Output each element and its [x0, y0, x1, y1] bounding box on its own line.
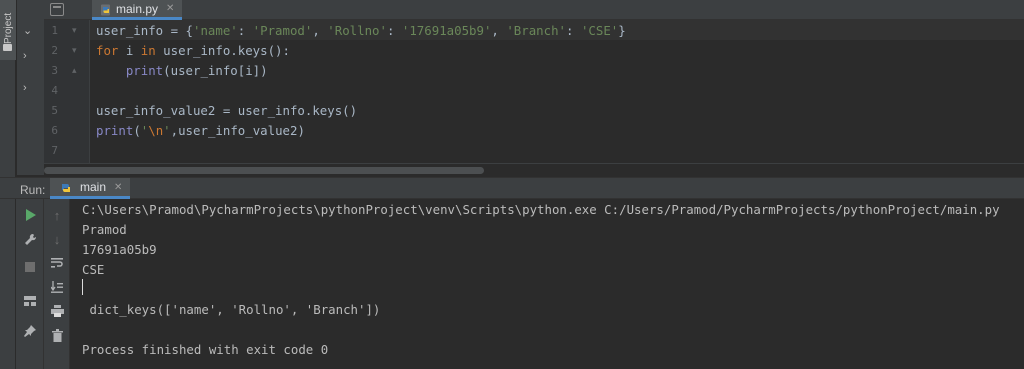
layout-icon[interactable]	[20, 291, 40, 311]
trash-icon[interactable]	[47, 325, 67, 345]
console-line: Pramod	[82, 222, 127, 237]
line-number: 2	[51, 44, 58, 57]
rerun-icon[interactable]	[20, 205, 40, 225]
scroll-to-end-icon[interactable]	[47, 277, 67, 297]
line-number: 7	[51, 144, 58, 157]
text-caret	[82, 279, 83, 295]
editor-horizontal-scrollbar[interactable]	[44, 163, 1024, 177]
code-token: 'Pramod'	[252, 23, 313, 38]
code-token: 'CSE'	[580, 23, 619, 38]
project-tool-tab[interactable]: Project	[0, 0, 16, 60]
run-toolbar	[16, 199, 44, 369]
fold-marker-icon[interactable]: ▴	[72, 65, 77, 76]
stop-icon[interactable]	[20, 257, 40, 277]
code-token: user_info.keys():	[155, 43, 290, 58]
run-tool-window-header: Run: main ✕	[0, 177, 1024, 199]
code-line: for i in user_info.keys():	[96, 41, 290, 61]
line-number: 6	[51, 124, 58, 137]
code-token: \n	[148, 123, 164, 138]
code-token: :	[566, 23, 581, 38]
code-token: (user_info[i])	[163, 63, 268, 78]
wrench-icon[interactable]	[20, 229, 40, 249]
code-token: 'name'	[192, 23, 238, 38]
code-token: in	[140, 43, 156, 58]
code-token: for	[96, 43, 119, 58]
code-token: 'Branch'	[506, 23, 567, 38]
editor-gutter: 1 2 3 4 5 6 7 ▾ ▾ ▴	[44, 20, 90, 163]
close-icon[interactable]: ✕	[114, 182, 122, 193]
project-panel: ⌄ › ›	[17, 0, 44, 175]
up-arrow-icon[interactable]: ↑	[47, 205, 67, 225]
fold-marker-icon[interactable]: ▾	[72, 45, 77, 56]
code-token: 'Rollno'	[327, 23, 387, 38]
console-line: dict_keys(['name', 'Rollno', 'Branch'])	[82, 302, 381, 317]
editor-tab-main-py[interactable]: main.py ✕	[92, 0, 183, 20]
print-icon[interactable]	[47, 301, 67, 321]
folder-icon	[3, 44, 12, 51]
chevron-right-icon[interactable]: ›	[23, 50, 27, 62]
code-token: ,	[491, 23, 507, 38]
line-number: 3	[51, 64, 58, 77]
code-editor[interactable]: user_info = {'name': 'Pramod', 'Rollno':…	[96, 20, 1024, 163]
console-line: 17691a05b9	[82, 242, 157, 257]
code-token: ,	[312, 23, 328, 38]
line-number: 1	[51, 24, 58, 37]
console-line: Process finished with exit code 0	[82, 342, 329, 357]
pin-icon[interactable]	[20, 321, 40, 341]
run-tab-main[interactable]: main ✕	[50, 178, 131, 199]
editor-tab-label: main.py	[116, 1, 159, 16]
code-token: user_info = {	[96, 23, 193, 38]
soft-wrap-icon[interactable]	[47, 253, 67, 273]
code-token: user_info_value2 = user_info.keys()	[96, 103, 358, 118]
navigation-bar-icon[interactable]	[50, 3, 64, 16]
code-token: ,user_info_value2)	[170, 123, 305, 138]
run-console[interactable]: C:\Users\Pramod\PycharmProjects\pythonPr…	[70, 199, 1024, 369]
down-arrow-icon[interactable]: ↓	[47, 229, 67, 249]
code-line: user_info = {'name': 'Pramod', 'Rollno':…	[96, 21, 626, 41]
run-label: Run:	[20, 183, 46, 197]
code-token: }	[618, 23, 626, 38]
code-token: print	[125, 63, 164, 78]
code-token: print	[96, 123, 134, 138]
scrollbar-thumb[interactable]	[44, 167, 484, 174]
fold-marker-icon[interactable]: ▾	[72, 25, 77, 36]
code-line: print('\n',user_info_value2)	[96, 121, 305, 141]
editor-tab-bar: main.py ✕	[44, 0, 1024, 20]
python-run-icon	[62, 184, 70, 192]
python-file-icon	[101, 4, 110, 16]
code-token: i	[118, 43, 141, 58]
console-toolbar: ↑ ↓	[44, 199, 70, 369]
run-tab-label: main	[80, 180, 107, 194]
code-line: print(user_info[i])	[96, 61, 268, 81]
project-tab-label: Project	[3, 12, 14, 44]
console-line: CSE	[82, 262, 105, 277]
close-icon[interactable]: ✕	[166, 3, 174, 14]
console-line: C:\Users\Pramod\PycharmProjects\pythonPr…	[82, 202, 1000, 217]
code-token: (	[133, 123, 141, 138]
code-token: :	[386, 23, 402, 38]
line-number: 4	[51, 84, 58, 97]
code-line: user_info_value2 = user_info.keys()	[96, 101, 357, 121]
code-token: '	[163, 123, 171, 138]
chevron-down-icon[interactable]: ⌄	[23, 24, 32, 37]
code-token: '17691a05b9'	[401, 23, 492, 38]
code-token: :	[237, 23, 253, 38]
chevron-right-icon[interactable]: ›	[23, 82, 27, 94]
line-number: 5	[51, 104, 58, 117]
